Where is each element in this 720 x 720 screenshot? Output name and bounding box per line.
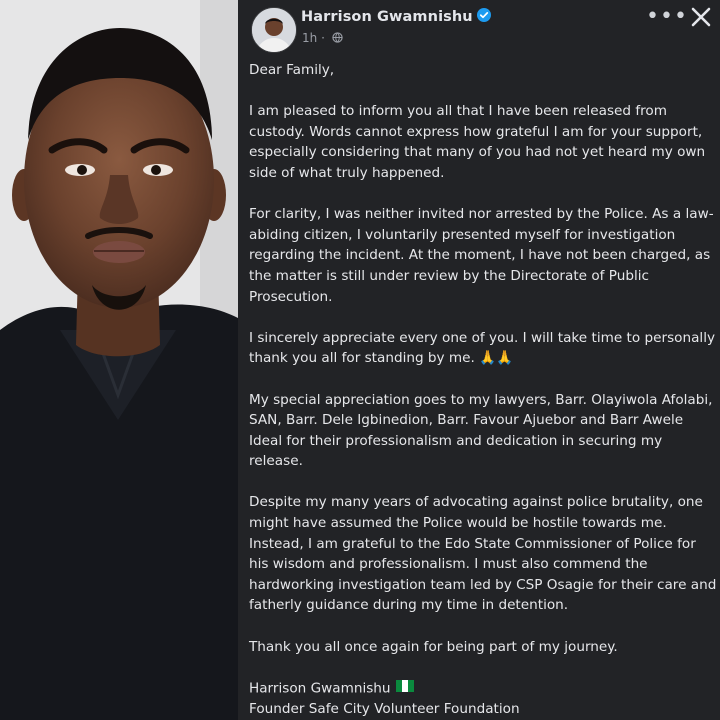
post-meta: 1h · (302, 31, 343, 46)
paragraph: Despite my many years of advocating agai… (249, 494, 717, 614)
facebook-post: Harrison Gwamnishu 1h · ••• Dear Family,… (238, 0, 720, 720)
verified-badge-icon (476, 8, 491, 26)
paragraph: For clarity, I was neither invited nor a… (249, 206, 714, 305)
post-time[interactable]: 1h (302, 31, 317, 45)
paragraph: Thank you all once again for being part … (249, 638, 618, 655)
author-name-text: Harrison Gwamnishu (301, 9, 473, 25)
nigeria-flag-icon (395, 678, 414, 699)
screenshot: Harrison Gwamnishu 1h · ••• Dear Family,… (0, 0, 720, 720)
greeting: Dear Family, (249, 62, 335, 78)
signature-name-line: Harrison Gwamnishu (249, 678, 717, 699)
signature-name: Harrison Gwamnishu (249, 680, 391, 697)
time-separator: · (321, 31, 325, 45)
signature-title: Founder Safe City Volunteer Foundation (249, 700, 520, 717)
post-body: Dear Family, I am pleased to inform you … (249, 60, 717, 719)
profile-photo (0, 0, 238, 720)
paragraph: I sincerely appreciate every one of you.… (249, 329, 716, 367)
paragraph: My special appreciation goes to my lawye… (249, 391, 713, 470)
globe-icon (332, 31, 343, 46)
more-options-button[interactable]: ••• (646, 4, 688, 29)
signature: Harrison Gwamnishu Founder Safe City Vol… (249, 678, 717, 719)
close-icon (691, 7, 711, 27)
paragraph: I am pleased to inform you all that I ha… (249, 103, 706, 181)
close-button[interactable] (686, 2, 716, 32)
post-header: Harrison Gwamnishu 1h · ••• (238, 0, 720, 56)
author-name[interactable]: Harrison Gwamnishu (301, 8, 491, 26)
author-avatar[interactable] (251, 7, 297, 53)
